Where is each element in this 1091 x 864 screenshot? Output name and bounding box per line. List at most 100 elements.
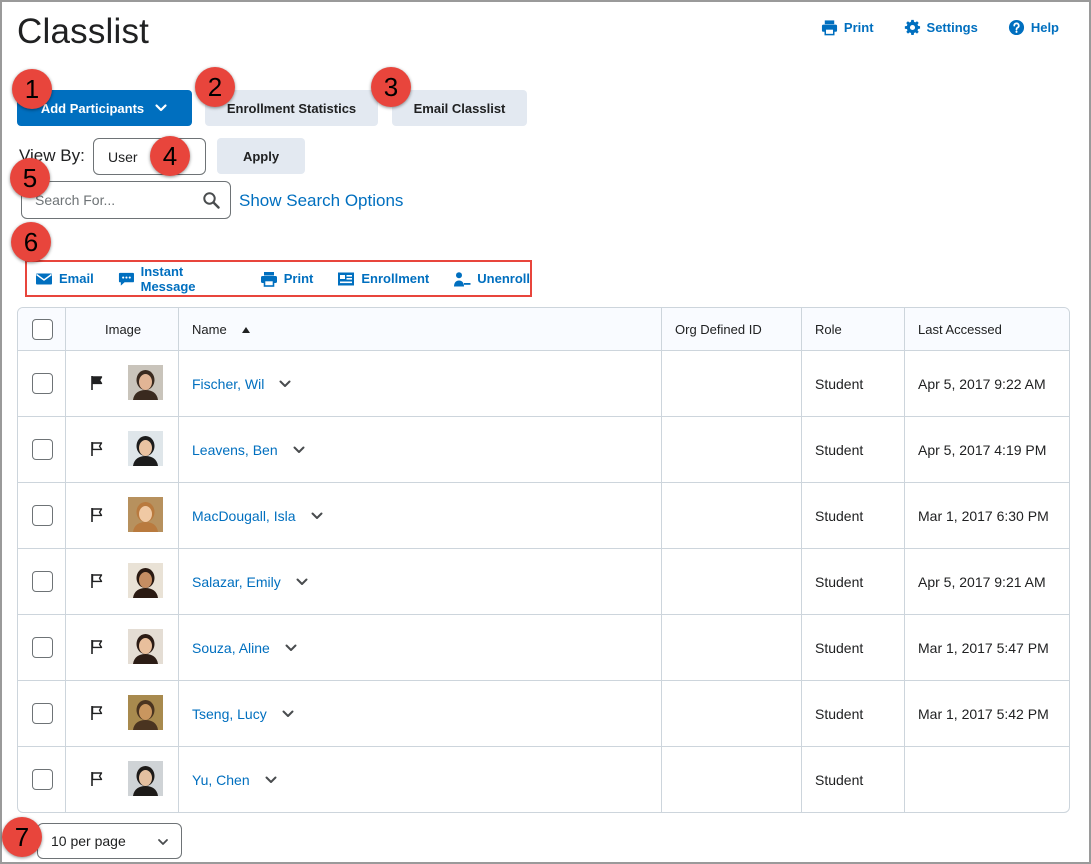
search-icon[interactable]: [202, 191, 220, 209]
callout-badge-4: 4: [150, 136, 190, 176]
chevron-down-icon[interactable]: [264, 773, 278, 787]
last-accessed-cell: Mar 1, 2017 5:42 PM: [918, 706, 1049, 722]
gear-icon: [904, 19, 920, 35]
row-checkbox[interactable]: [32, 439, 53, 460]
print-link[interactable]: Print: [821, 17, 874, 37]
column-divider: [801, 308, 802, 812]
print-action[interactable]: Print: [260, 271, 314, 287]
table-row: Fischer, Wil Student Apr 5, 2017 9:22 AM: [18, 351, 1069, 417]
table-row: Leavens, Ben Student Apr 5, 2017 4:19 PM: [18, 417, 1069, 483]
settings-link[interactable]: Settings: [904, 17, 978, 37]
unenroll-action[interactable]: Unenroll: [453, 271, 530, 287]
per-page-value: 10 per page: [51, 833, 126, 849]
student-name-link[interactable]: Leavens, Ben: [192, 442, 278, 458]
row-checkbox[interactable]: [32, 373, 53, 394]
student-name-link[interactable]: Fischer, Wil: [192, 376, 264, 392]
enrollment-icon: [338, 272, 355, 285]
chevron-down-icon[interactable]: [278, 377, 292, 391]
print-icon: [821, 19, 837, 35]
search-input[interactable]: Search For...: [21, 181, 231, 219]
flag-icon[interactable]: [90, 771, 104, 787]
print-action-label: Print: [283, 271, 314, 286]
chevron-down-icon[interactable]: [295, 575, 309, 589]
row-checkbox[interactable]: [32, 571, 53, 592]
chevron-down-icon[interactable]: [281, 707, 295, 721]
last-accessed-cell: Apr 5, 2017 9:22 AM: [918, 376, 1046, 392]
avatar: [128, 497, 163, 532]
flag-icon[interactable]: [90, 573, 104, 589]
table-header: Image Name Org Defined ID Role Last Acce…: [18, 308, 1069, 351]
flag-icon[interactable]: [90, 507, 104, 523]
chevron-down-icon: [155, 104, 167, 112]
column-header-name[interactable]: Name: [192, 308, 251, 351]
callout-badge-5: 5: [10, 158, 50, 198]
chevron-down-icon[interactable]: [284, 641, 298, 655]
help-icon: [1008, 19, 1024, 35]
chevron-down-icon[interactable]: [310, 509, 324, 523]
instant-message-action-label: Instant Message: [140, 263, 196, 294]
last-accessed-cell: Mar 1, 2017 5:47 PM: [918, 640, 1049, 656]
help-link[interactable]: Help: [1008, 17, 1059, 37]
select-all-checkbox[interactable]: [32, 319, 53, 340]
bulk-action-bar: Email Instant Message Print Enrollment U…: [25, 260, 532, 297]
table-row: MacDougall, Isla Student Mar 1, 2017 6:3…: [18, 483, 1069, 549]
avatar: [128, 629, 163, 664]
email-action[interactable]: Email: [35, 271, 94, 287]
per-page-select[interactable]: 10 per page: [37, 823, 182, 859]
role-cell: Student: [815, 442, 864, 458]
chevron-down-icon: [158, 839, 168, 845]
apply-button[interactable]: Apply: [217, 138, 305, 174]
flag-icon[interactable]: [90, 639, 104, 655]
role-cell: Student: [815, 706, 864, 722]
show-search-options-link[interactable]: Show Search Options: [239, 191, 403, 211]
flag-icon[interactable]: [90, 441, 104, 457]
settings-link-label: Settings: [926, 19, 978, 35]
top-links: Print Settings Help: [821, 17, 1059, 37]
last-accessed-cell: Apr 5, 2017 9:21 AM: [918, 574, 1046, 590]
email-action-label: Email: [59, 271, 94, 286]
callout-badge-3: 3: [371, 67, 411, 107]
column-header-last-accessed: Last Accessed: [918, 322, 1002, 337]
role-cell: Student: [815, 640, 864, 656]
last-accessed-cell: Mar 1, 2017 6:30 PM: [918, 508, 1049, 524]
flag-icon[interactable]: [90, 375, 104, 391]
student-name-link[interactable]: Salazar, Emily: [192, 574, 281, 590]
student-name-link[interactable]: Souza, Aline: [192, 640, 270, 656]
row-checkbox[interactable]: [32, 703, 53, 724]
column-divider: [65, 308, 66, 812]
row-checkbox[interactable]: [32, 769, 53, 790]
instant-message-action[interactable]: Instant Message: [118, 264, 236, 294]
last-accessed-cell: Apr 5, 2017 4:19 PM: [918, 442, 1047, 458]
unenroll-icon: [454, 271, 471, 286]
student-name-link[interactable]: Tseng, Lucy: [192, 706, 267, 722]
column-divider: [178, 308, 179, 812]
name-cell: MacDougall, Isla: [192, 483, 324, 549]
table-row: Tseng, Lucy Student Mar 1, 2017 5:42 PM: [18, 681, 1069, 747]
page-title: Classlist: [17, 12, 150, 51]
enrollment-action-label: Enrollment: [361, 271, 430, 286]
flag-icon[interactable]: [90, 705, 104, 721]
name-cell: Salazar, Emily: [192, 549, 309, 615]
classlist-table: Image Name Org Defined ID Role Last Acce…: [17, 307, 1070, 813]
name-cell: Tseng, Lucy: [192, 681, 295, 747]
row-checkbox[interactable]: [32, 505, 53, 526]
role-cell: Student: [815, 772, 864, 788]
student-name-link[interactable]: MacDougall, Isla: [192, 508, 296, 524]
unenroll-action-label: Unenroll: [477, 271, 530, 286]
callout-badge-2: 2: [195, 67, 235, 107]
student-name-link[interactable]: Yu, Chen: [192, 772, 250, 788]
role-cell: Student: [815, 574, 864, 590]
print-icon: [260, 271, 277, 287]
row-checkbox[interactable]: [32, 637, 53, 658]
column-header-image: Image: [105, 322, 142, 337]
chevron-down-icon[interactable]: [292, 443, 306, 457]
envelope-icon: [36, 273, 52, 284]
sort-ascending-icon: [241, 326, 250, 333]
column-header-role: Role: [815, 322, 842, 337]
name-cell: Souza, Aline: [192, 615, 298, 681]
email-classlist-button[interactable]: Email Classlist: [392, 90, 527, 126]
avatar: [128, 761, 163, 796]
role-cell: Student: [815, 508, 864, 524]
enrollment-action[interactable]: Enrollment: [337, 271, 429, 287]
avatar: [128, 695, 163, 730]
